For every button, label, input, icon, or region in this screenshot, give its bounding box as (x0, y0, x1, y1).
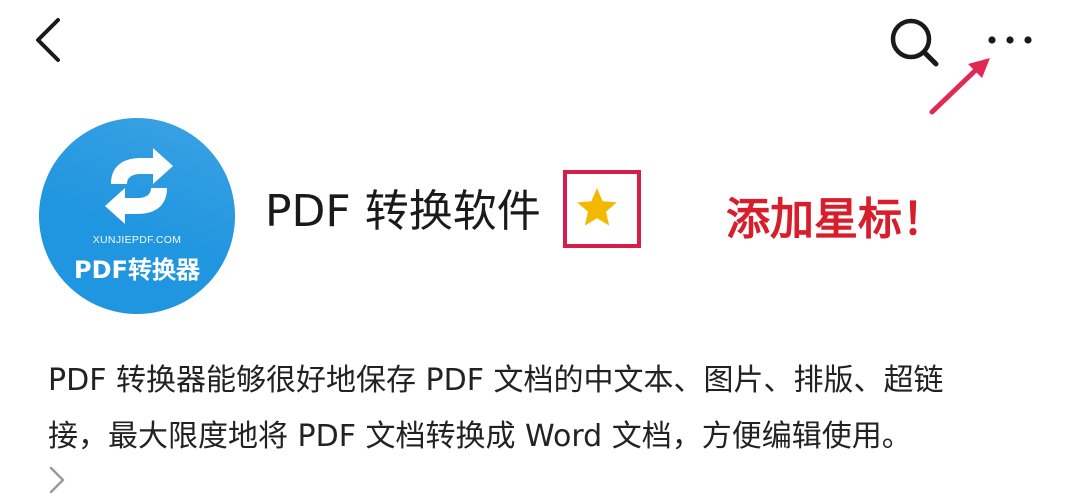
annotation-arrow (922, 54, 996, 120)
arrow-up-right-icon (929, 58, 990, 115)
star-icon (577, 188, 617, 226)
expand-description-button[interactable] (44, 460, 70, 500)
refresh-arrows-icon (105, 148, 173, 224)
chevron-right-icon (49, 466, 65, 494)
avatar-app-name: PDF转换器 (74, 256, 200, 284)
app-avatar: XUNJIEPDF.COM PDF转换器 (39, 118, 235, 314)
account-profile-page: XUNJIEPDF.COM PDF转换器 PDF 转换软件 添加星标！ PDF … (0, 0, 1080, 504)
description-line: PDF 转换器能够很好地保存 PDF 文档的中文本、图片、排版、超链 (48, 363, 944, 398)
annotation-label: 添加星标！ (726, 194, 946, 245)
account-title: PDF 转换软件 (265, 186, 541, 237)
avatar-domain-text: XUNJIEPDF.COM (92, 234, 182, 246)
chevron-left-icon (36, 18, 60, 62)
star-favorite-button[interactable] (563, 170, 641, 248)
description-line: 接，最大限度地将 PDF 文档转换成 Word 文档，方便编辑使用。 (48, 419, 912, 454)
account-description: PDF 转换器能够很好地保存 PDF 文档的中文本、图片、排版、超链 接，最大限… (48, 353, 1048, 465)
back-button[interactable] (24, 12, 80, 68)
